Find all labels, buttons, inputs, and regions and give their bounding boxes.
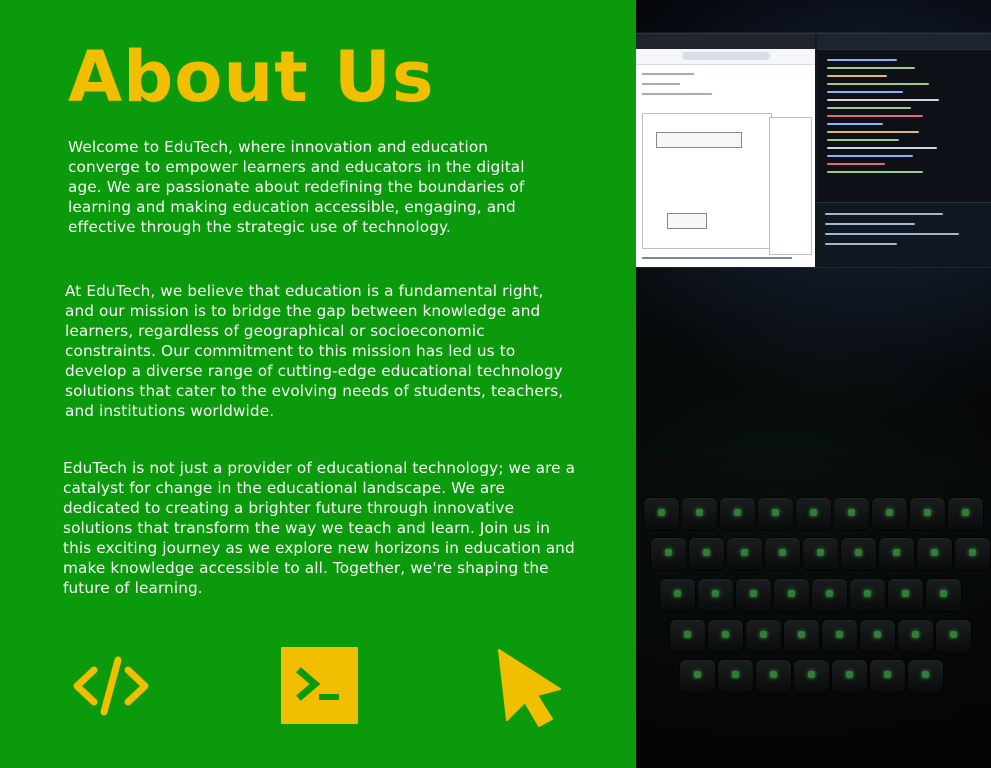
page-text-line — [642, 93, 712, 95]
keyboard-key — [812, 579, 847, 611]
keyboard-key — [917, 538, 952, 570]
terminal-area — [817, 202, 991, 267]
code-line — [827, 59, 897, 61]
code-line — [827, 107, 911, 109]
about-paragraph-3: EduTech is not just a provider of educat… — [63, 459, 576, 597]
keyboard-key — [850, 579, 885, 611]
terminal-line — [825, 213, 943, 215]
keyboard-key — [948, 498, 983, 530]
code-editor-header — [817, 34, 991, 50]
keyboard-key — [832, 660, 867, 692]
keyboard-key — [651, 538, 686, 570]
keyboard-row — [636, 538, 991, 582]
keyboard-key — [765, 538, 800, 570]
code-line — [827, 99, 939, 101]
laptop-screen — [636, 33, 991, 267]
code-line — [827, 131, 919, 133]
code-line — [827, 147, 937, 149]
code-line — [827, 91, 903, 93]
keyboard-key — [796, 498, 831, 530]
keyboard-row — [636, 660, 991, 704]
code-line — [827, 163, 885, 165]
code-line — [827, 115, 923, 117]
side-panel-card — [769, 117, 812, 255]
keyboard-key — [955, 538, 990, 570]
keyboard-key — [644, 498, 679, 530]
code-editor-window — [817, 34, 991, 267]
keyboard-key — [870, 660, 905, 692]
keyboard-key — [822, 620, 857, 652]
keyboard-key — [898, 620, 933, 652]
about-paragraph-1: Welcome to EduTech, where innovation and… — [68, 138, 525, 236]
code-line — [827, 123, 883, 125]
keyboard-key — [910, 498, 945, 530]
keyboard-row — [636, 498, 991, 542]
terminal-icon — [281, 647, 358, 724]
keyboard-key — [660, 579, 695, 611]
sample-input-box — [656, 132, 742, 148]
keyboard-key — [758, 498, 793, 530]
keyboard-key — [718, 660, 753, 692]
about-paragraph-2: At EduTech, we believe that education is… — [65, 282, 564, 420]
browser-page — [636, 65, 815, 267]
keyboard-key — [926, 579, 961, 611]
terminal-line — [825, 233, 959, 235]
keyboard-key — [860, 620, 895, 652]
keyboard-key — [834, 498, 869, 530]
terminal-line — [825, 243, 897, 245]
keyboard-key — [682, 498, 717, 530]
code-icon — [70, 655, 152, 717]
keyboard-key — [872, 498, 907, 530]
keyboard-row — [636, 579, 991, 623]
keyboard-key — [936, 620, 971, 652]
keyboard-key — [708, 620, 743, 652]
keyboard-key — [908, 660, 943, 692]
page-title: About Us — [68, 36, 435, 118]
keyboard-key — [736, 579, 771, 611]
keyboard-key — [803, 538, 838, 570]
keyboard-key — [746, 620, 781, 652]
keyboard-key — [784, 620, 819, 652]
keyboard-key — [680, 660, 715, 692]
backlit-keyboard — [636, 455, 991, 768]
keyboard-key — [698, 579, 733, 611]
code-line — [827, 139, 899, 141]
sample-output-box — [667, 213, 707, 229]
keyboard-key — [689, 538, 724, 570]
about-content-panel: About Us Welcome to EduTech, where innov… — [0, 0, 636, 768]
keyboard-key — [720, 498, 755, 530]
keyboard-key — [727, 538, 762, 570]
terminal-line — [825, 223, 915, 225]
keyboard-row — [636, 620, 991, 664]
cursor-icon — [494, 646, 566, 728]
keyboard-key — [841, 538, 876, 570]
code-line — [827, 67, 915, 69]
code-line — [827, 171, 923, 173]
page-text-line — [642, 83, 680, 85]
keyboard-key — [794, 660, 829, 692]
keyboard-key — [879, 538, 914, 570]
browser-toolbar — [636, 49, 815, 65]
page-text-line — [642, 73, 694, 75]
laptop-coding-photo — [636, 0, 991, 768]
browser-tab-strip — [636, 34, 815, 49]
keyboard-key — [670, 620, 705, 652]
keyboard-key — [774, 579, 809, 611]
code-line — [827, 155, 913, 157]
page-footer-line — [642, 257, 792, 259]
code-line — [827, 75, 887, 77]
keyboard-key — [888, 579, 923, 611]
code-line — [827, 83, 929, 85]
browser-window — [636, 34, 815, 267]
keyboard-key — [756, 660, 791, 692]
